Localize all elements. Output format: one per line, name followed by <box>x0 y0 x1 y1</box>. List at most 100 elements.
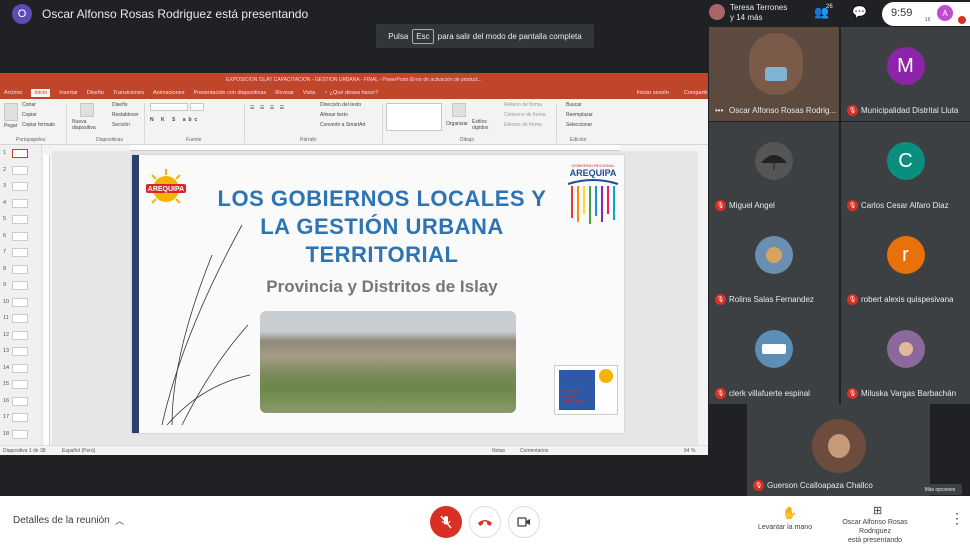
slide-thumbnail[interactable] <box>12 297 28 307</box>
chat-icon[interactable]: 💬 <box>852 5 867 19</box>
new-slide-icon[interactable] <box>80 103 94 117</box>
slide-thumbnail[interactable] <box>12 363 28 373</box>
participant-tile[interactable]: 🎙 Miluska Vargas Barbachán <box>841 310 970 404</box>
shape-fill-button[interactable]: Relleno de forma <box>504 102 542 108</box>
tab-inicio[interactable]: Inicio <box>31 89 51 97</box>
slide-thumbnail[interactable] <box>12 281 28 290</box>
slide-thumbnail[interactable] <box>12 182 28 191</box>
mic-toggle-button[interactable] <box>430 506 462 538</box>
horizontal-ruler <box>130 145 620 151</box>
arrange-label: Organizar <box>446 121 468 127</box>
slide-title-line3: TERRITORIAL <box>305 242 459 267</box>
meeting-details-button[interactable]: Detalles de la reunión <box>13 515 110 526</box>
participant-tile[interactable]: 🎙 Miguel Angel <box>709 122 839 216</box>
tab-diseno[interactable]: Diseño <box>87 90 104 96</box>
camera-toggle-button[interactable] <box>508 506 540 538</box>
slide-thumbnail[interactable] <box>12 380 28 389</box>
tab-insertar[interactable]: Insertar <box>59 90 78 96</box>
tab-vista[interactable]: Vista <box>303 90 315 96</box>
hang-up-button[interactable] <box>469 506 501 538</box>
participant-tile[interactable]: Oscar Alfonso Rosas Rodrig... ••• <box>709 27 839 121</box>
text-direction-button[interactable]: Dirección del texto <box>320 102 361 108</box>
presenting-label[interactable]: Oscar Alfonso Rosas Rodriguez está prese… <box>828 518 922 545</box>
more-options-icon[interactable]: ⋮ <box>950 510 964 527</box>
copy-button[interactable]: Copiar <box>22 112 37 118</box>
share-button[interactable]: Compartir <box>684 90 708 96</box>
participant-tile[interactable]: 🎙 Guerson Ccalloapaza Challco <box>747 404 930 496</box>
raise-hand-icon[interactable]: ✋ <box>782 506 797 520</box>
tab-transiciones[interactable]: Transiciones <box>113 90 144 96</box>
face-mask <box>765 67 787 81</box>
participant-tile[interactable]: 🎙 Rolins Salas Fernandez <box>709 216 839 310</box>
layout-button[interactable]: Diseño <box>112 102 128 108</box>
slide-thumbnail[interactable] <box>12 215 28 224</box>
font-format-icons[interactable]: N K S abc <box>150 117 200 123</box>
arrange-icon[interactable] <box>452 103 466 117</box>
tab-revisar[interactable]: Revisar <box>275 90 294 96</box>
comments-button[interactable]: Comentarios <box>520 448 548 454</box>
slide-thumbnail[interactable] <box>12 198 28 208</box>
slide-thumbnail[interactable] <box>12 248 28 257</box>
paste-icon[interactable] <box>4 103 18 121</box>
tab-animaciones[interactable]: Animaciones <box>153 90 185 96</box>
participant-tile[interactable]: 🎙 clerk villafuerte espinal <box>709 310 839 404</box>
participant-name: Municipalidad Distrital Lluta <box>861 106 959 115</box>
user-avatar[interactable]: A <box>937 5 953 21</box>
find-button[interactable]: Buscar <box>566 102 582 108</box>
slide-thumbnail[interactable] <box>12 231 28 241</box>
tab-archivo[interactable]: Archivo <box>4 90 22 96</box>
esc-hint-before: Pulsa <box>388 31 409 41</box>
slide-thumbnail[interactable] <box>12 149 28 158</box>
slide-thumbnail[interactable] <box>12 165 28 175</box>
slide-accent-bar <box>132 155 139 433</box>
sign-in-link[interactable]: Iniciar sesión <box>637 90 669 96</box>
participants-summary[interactable]: Teresa Terrones y 14 más <box>730 3 787 23</box>
user-sub-label: 16 <box>925 17 931 23</box>
shapes-gallery[interactable] <box>386 103 442 131</box>
notification-badge <box>958 16 966 24</box>
quick-styles-label[interactable]: Estilos rápidos <box>472 119 496 131</box>
select-button[interactable]: Seleccionar <box>566 122 592 128</box>
section-button[interactable]: Sección <box>112 122 130 128</box>
participant-tile[interactable]: C 🎙 Carlos Cesar Alfaro Diaz <box>841 122 970 216</box>
participant-avatar <box>811 419 866 474</box>
tab-presentacion[interactable]: Presentación con diapositivas <box>193 90 266 96</box>
meeting-controls-bar: Detalles de la reunión ︿ ✋ Levantar la m… <box>0 496 970 546</box>
shape-outline-button[interactable]: Contorno de forma <box>504 112 546 118</box>
participant-tile[interactable]: r 🎙 robert alexis quispesivana <box>841 216 970 310</box>
smartart-button[interactable]: Convertir a SmartArt <box>320 122 366 128</box>
participant-tile[interactable]: M 🎙 Municipalidad Distrital Lluta <box>841 27 970 121</box>
notes-button[interactable]: Notas <box>492 448 505 454</box>
align-text-button[interactable]: Alinear texto <box>320 112 348 118</box>
tell-me-search[interactable]: ♀ ¿Qué desea hacer? <box>324 90 378 96</box>
slide-thumbnail[interactable] <box>12 264 28 274</box>
chevron-up-icon[interactable]: ︿ <box>115 514 124 527</box>
current-slide[interactable]: AREQUIPA LOS GOBIERNOS LOCALES Y LA GEST… <box>132 155 624 433</box>
thumbnail-number: 15 <box>3 381 10 387</box>
font-size-select[interactable] <box>190 103 204 111</box>
mic-off-icon: 🎙 <box>753 480 764 491</box>
format-painter-button[interactable]: Copiar formato <box>22 122 55 128</box>
replace-button[interactable]: Reemplazar <box>566 112 593 118</box>
slide-thumbnail[interactable] <box>12 396 28 406</box>
slide-thumbnail[interactable] <box>12 314 28 323</box>
slide-thumbnail[interactable] <box>12 330 28 340</box>
ribbon-separator <box>244 103 245 143</box>
participant-avatar <box>709 4 725 20</box>
slide-thumbnail[interactable] <box>12 413 28 422</box>
ribbon-separator <box>556 103 557 143</box>
new-slide-label: Nueva diapositiva <box>72 119 96 131</box>
mic-off-icon: 🎙 <box>715 294 726 305</box>
slide-thumbnail[interactable] <box>12 347 28 356</box>
participant-avatar: M <box>886 47 925 86</box>
more-dots-icon[interactable]: ••• <box>715 106 723 115</box>
cut-button[interactable]: Cortar <box>22 102 36 108</box>
reset-button[interactable]: Restablecer <box>112 112 139 118</box>
presenter-avatar: O <box>12 4 32 24</box>
present-screen-icon[interactable]: ⊞ <box>873 504 882 517</box>
shape-effects-button[interactable]: Efectos de forma <box>504 122 542 128</box>
paragraph-icons[interactable]: ☰ ☰ ☰ ☰ <box>250 105 286 111</box>
slide-thumbnail[interactable] <box>12 429 28 439</box>
raise-hand-label[interactable]: Levantar la mano <box>758 524 812 531</box>
font-name-select[interactable] <box>150 103 188 111</box>
